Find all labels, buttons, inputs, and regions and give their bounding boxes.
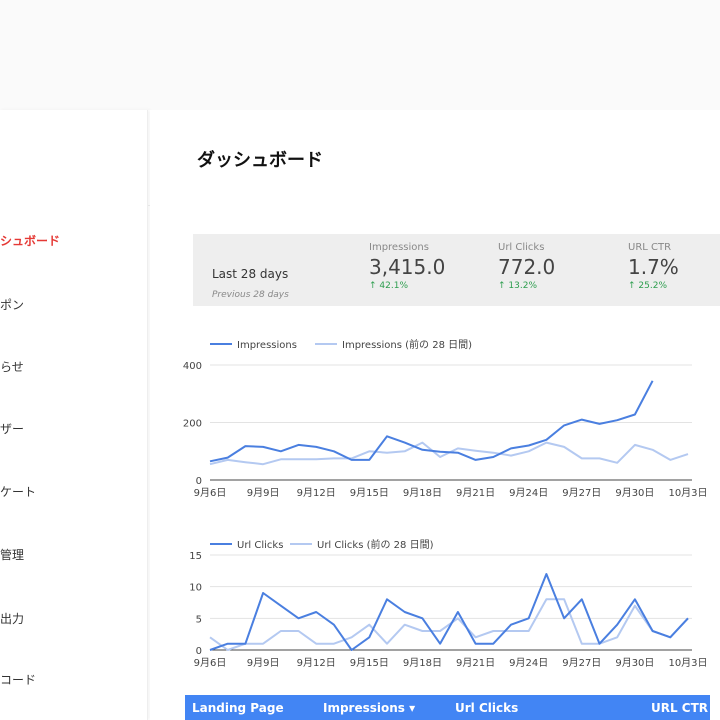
x-tick-label: 9月21日 [456,487,495,499]
previous-period-label: Previous 28 days [212,290,289,300]
period-label: Last 28 days [212,267,289,281]
sidebar-item-label: ポン [0,298,25,312]
metric-label: Url Clicks [498,242,545,253]
url-clicks-chart-svg: 0 5 10 15 9月6日 9月9日 9月12日 9月15日 9月18日 9月21日 9月24日 9… [189,538,707,669]
x-tick-label: 9月6日 [194,657,227,669]
sidebar-item-label: 管理 [0,548,25,562]
metric-value: 3,415.0 [369,255,446,279]
series-line [209,441,689,466]
x-tick-label: 9月18日 [403,657,442,669]
y-tick-label: 0 [196,476,202,487]
x-tick-label: 9月24日 [509,487,548,499]
url-clicks-chart: 0 5 10 15 9月6日 9月9日 9月12日 9月15日 9月18日 9月21日 9月24日 9… [160,532,720,676]
metric-change: ↑ 25.2% [628,281,667,291]
sidebar-item-export[interactable]: 出力 [0,610,24,627]
y-tick-label: 15 [189,551,202,562]
metric-label: URL CTR [628,242,672,253]
sidebar-item-management[interactable]: 管理 [0,546,24,563]
sidebar-item-label: シュボード [0,234,61,248]
sidebar-item-label: コード [0,673,37,687]
x-tick-label: 9月30日 [615,657,654,669]
y-tick-label: 0 [196,646,202,657]
sidebar-item-dashboard[interactable]: シュボード [0,232,60,249]
column-header-impressions[interactable]: Impressions ▾ [323,701,415,715]
x-tick-label: 9月27日 [562,657,601,669]
summary-card: Last 28 days Previous 28 days Impression… [193,234,720,306]
x-tick-label: 9月9日 [247,657,280,669]
x-tick-label: 9月18日 [403,487,442,499]
y-tick-label: 5 [196,614,202,625]
metric-url-clicks: Url Clicks 772.0 ↑ 13.2% [498,242,555,291]
page-title: ダッシュボード [197,150,323,171]
column-header-landing-page[interactable]: Landing Page [192,701,284,715]
sidebar-item-coupon[interactable]: ポン [0,296,24,313]
metric-value: 1.7% [628,255,679,279]
metric-impressions: Impressions 3,415.0 ↑ 42.1% [369,242,445,291]
sidebar-item-label: ザー [0,422,25,436]
metric-label: Impressions [369,242,429,253]
x-tick-label: 9月12日 [297,657,336,669]
x-tick-label: 10月3日 [668,657,707,669]
impressions-chart: 0 200 400 9月6日 9月9日 9月12日 9月15日 9月18日 9月21日 9月24日… [160,330,720,509]
sidebar-item-survey[interactable]: ケート [0,483,36,500]
x-tick-label: 9月15日 [350,657,389,669]
x-tick-label: 9月6日 [194,487,227,499]
x-tick-label: 9月9日 [247,487,280,499]
metric-change: ↑ 13.2% [498,281,537,291]
y-tick-label: 200 [183,419,202,430]
top-bar [0,0,720,110]
y-tick-label: 10 [189,583,202,594]
sidebar-item-label: らせ [0,360,24,374]
x-tick-label: 10月3日 [668,487,707,499]
y-tick-label: 400 [183,361,202,372]
x-tick-label: 9月27日 [562,487,601,499]
sidebar: シュボード ポン らせ ザー ケート 管理 出力 コード [0,110,148,720]
sidebar-item-label: ケート [0,485,37,499]
column-header-url-ctr[interactable]: URL CTR [651,701,708,715]
impressions-chart-svg: 0 200 400 9月6日 9月9日 9月12日 9月15日 9月18日 9月21日 9月24日… [183,338,708,499]
table-header: Landing Page Impressions ▾ Url Clicks UR… [185,695,710,720]
legend-label: Impressions (前の 28 日間) [342,338,472,351]
x-tick-label: 9月24日 [509,657,548,669]
x-tick-label: 9月30日 [615,487,654,499]
sidebar-item-users[interactable]: ザー [0,420,24,437]
x-tick-label: 9月21日 [456,657,495,669]
x-tick-label: 9月12日 [297,487,336,499]
legend-label: Url Clicks (前の 28 日間) [317,538,434,551]
x-tick-label: 9月15日 [350,487,389,499]
legend-label: Impressions [237,340,297,351]
column-header-url-clicks[interactable]: Url Clicks [455,701,518,715]
metric-url-ctr: URL CTR 1.7% ↑ 25.2% [628,242,679,291]
metric-change: ↑ 42.1% [369,281,408,291]
sidebar-item-code[interactable]: コード [0,671,36,688]
legend-label: Url Clicks [237,540,283,551]
sidebar-item-label: 出力 [0,612,25,626]
sidebar-item-news[interactable]: らせ [0,358,24,375]
metric-value: 772.0 [498,255,556,279]
